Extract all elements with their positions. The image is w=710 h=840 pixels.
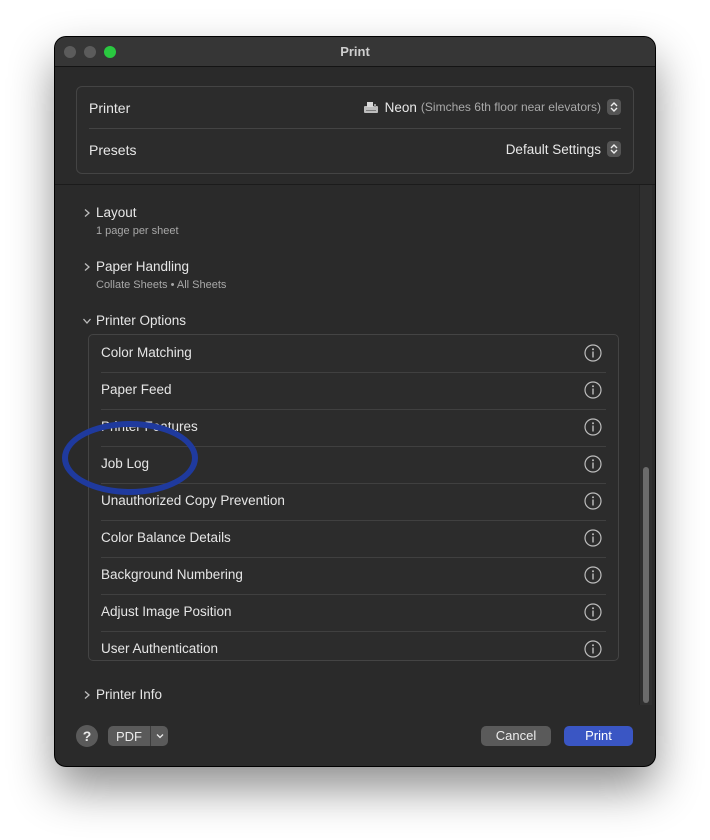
up-down-stepper-icon [607, 141, 621, 157]
chevron-right-icon [84, 263, 90, 271]
info-icon[interactable] [584, 603, 602, 621]
section-title: Printer Info [96, 687, 163, 702]
option-job-log[interactable]: Job Log [101, 446, 606, 484]
title-bar: Print [55, 37, 655, 67]
option-color-matching[interactable]: Color Matching [101, 335, 606, 373]
section-layout[interactable]: Layout 1 page per sheet [82, 205, 282, 239]
help-button[interactable]: ? [76, 725, 98, 747]
option-printer-features[interactable]: Printer Features [101, 409, 606, 447]
option-adjust-image-position[interactable]: Adjust Image Position [101, 594, 606, 632]
section-subtitle: 1 page per sheet [96, 225, 179, 237]
option-label: Job Log [101, 456, 150, 471]
chevron-right-icon [84, 209, 90, 217]
info-icon[interactable] [584, 640, 602, 658]
info-icon[interactable] [584, 455, 602, 473]
chevron-down-icon [83, 318, 91, 324]
section-title: Printer Options [96, 313, 187, 328]
info-icon[interactable] [584, 492, 602, 510]
printer-options-list: Color Matching Paper Feed Printer Featur… [88, 334, 619, 661]
printer-label: Printer [89, 100, 131, 116]
printer-location: (Simches 6th floor near elevators) [420, 100, 601, 114]
printer-row: Printer Neon (Simches 6th floor near ele… [89, 87, 621, 129]
option-user-authentication[interactable]: User Authentication [101, 631, 606, 668]
info-icon[interactable] [584, 529, 602, 547]
section-title: Paper Handling [96, 259, 190, 274]
pdf-label: PDF [116, 728, 142, 744]
chevron-down-icon [151, 733, 168, 739]
print-button[interactable]: Print [564, 726, 633, 746]
option-label: Background Numbering [101, 567, 243, 582]
option-paper-feed[interactable]: Paper Feed [101, 372, 606, 410]
info-icon[interactable] [584, 344, 602, 362]
option-label: Printer Features [101, 419, 198, 434]
printer-name: Neon [384, 99, 417, 115]
presets-row: Presets Default Settings [89, 129, 621, 170]
presets-value: Default Settings [505, 141, 601, 157]
section-title: Layout [96, 205, 137, 220]
section-paper-handling[interactable]: Paper Handling Collate Sheets • All Shee… [82, 259, 332, 293]
info-icon[interactable] [584, 418, 602, 436]
dialog-footer: ? PDF Cancel Print [55, 707, 655, 766]
option-label: Adjust Image Position [101, 604, 232, 619]
window-title: Print [340, 44, 370, 59]
section-printer-options[interactable]: Printer Options [82, 313, 282, 331]
printer-select[interactable]: Neon (Simches 6th floor near elevators) [363, 99, 621, 115]
scrollbar-thumb[interactable] [643, 467, 649, 703]
option-unauthorized-copy-prevention[interactable]: Unauthorized Copy Prevention [101, 483, 606, 521]
print-dialog: Print Printer Neon (Simches 6th floor ne… [55, 37, 655, 766]
option-label: Color Balance Details [101, 530, 231, 545]
presets-label: Presets [89, 142, 137, 158]
divider [55, 184, 655, 185]
printer-presets-box: Printer Neon (Simches 6th floor near ele… [76, 86, 634, 174]
option-label: Unauthorized Copy Prevention [101, 493, 285, 508]
cancel-button[interactable]: Cancel [481, 726, 551, 746]
option-label: Paper Feed [101, 382, 172, 397]
option-background-numbering[interactable]: Background Numbering [101, 557, 606, 595]
info-icon[interactable] [584, 381, 602, 399]
pdf-menu-button[interactable]: PDF [108, 726, 168, 746]
section-subtitle: Collate Sheets • All Sheets [96, 279, 227, 291]
presets-select[interactable]: Default Settings [506, 141, 621, 157]
printer-icon [363, 101, 378, 113]
info-icon[interactable] [584, 566, 602, 584]
chevron-right-icon [84, 691, 90, 699]
section-printer-info[interactable]: Printer Info [82, 687, 282, 705]
option-label: User Authentication [101, 641, 219, 656]
option-color-balance-details[interactable]: Color Balance Details [101, 520, 606, 558]
up-down-stepper-icon [607, 99, 621, 115]
option-label: Color Matching [101, 345, 192, 360]
